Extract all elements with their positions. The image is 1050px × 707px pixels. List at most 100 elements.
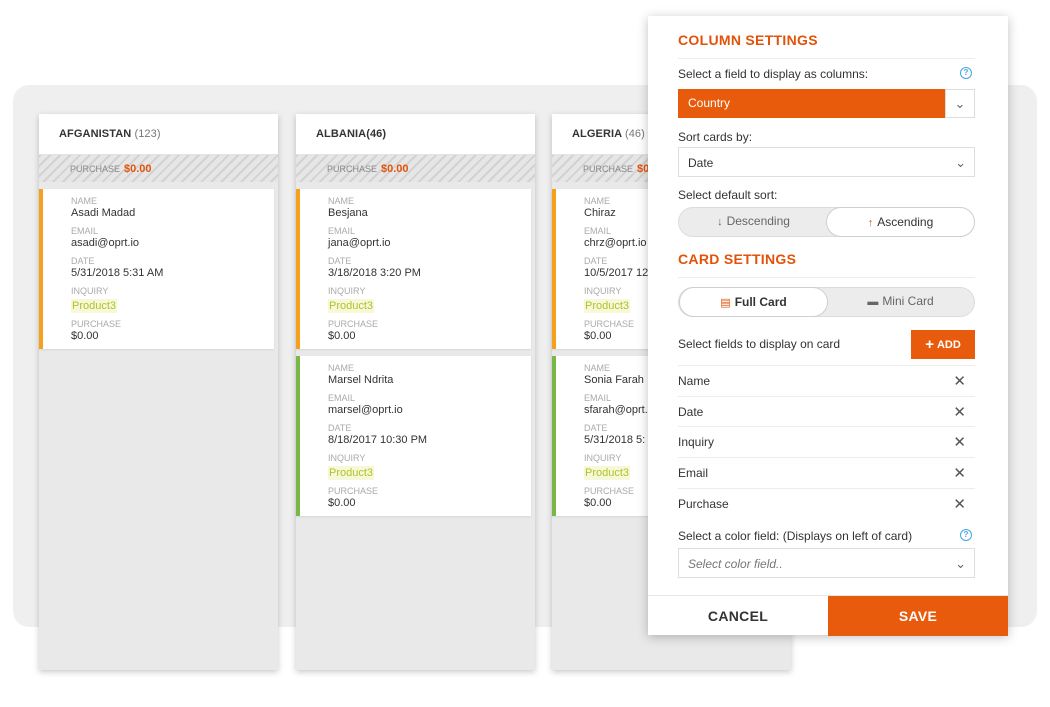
column-header[interactable]: AFGANISTAN (123) bbox=[39, 114, 278, 154]
card-purchase-value: $0.00 bbox=[71, 330, 99, 342]
card-name-label: NAME bbox=[71, 196, 98, 206]
remove-icon[interactable]: ✕ bbox=[953, 433, 966, 451]
column-header[interactable]: ALBANIA(46) bbox=[296, 114, 535, 154]
plus-icon: + bbox=[925, 336, 934, 353]
summary-label: PURCHASE bbox=[70, 164, 121, 174]
card-date-value: 8/18/2017 10:30 PM bbox=[328, 434, 428, 446]
summary-label: PURCHASE bbox=[583, 164, 634, 174]
card-email-value: jana@oprt.io bbox=[328, 237, 391, 249]
card-email-label: EMAIL bbox=[71, 226, 99, 236]
kanban-card[interactable]: NAME Besjana EMAIL jana@oprt.io DATE 3/18/201… bbox=[296, 189, 531, 349]
chevron-down-icon[interactable]: ⌄ bbox=[945, 89, 975, 118]
card-list: NAME Besjana EMAIL jana@oprt.io DATE 3/18/201… bbox=[296, 182, 535, 516]
card-inquiry-label: INQUIRY bbox=[71, 286, 109, 296]
card-date-value: 5/31/2018 5:31 AM bbox=[71, 267, 164, 279]
card-inquiry-label: INQUIRY bbox=[328, 453, 366, 463]
remove-icon[interactable]: ✕ bbox=[953, 372, 966, 390]
card-date-label: DATE bbox=[71, 256, 95, 266]
default-sort-label: Select default sort: bbox=[678, 188, 778, 202]
add-field-label: ADD bbox=[936, 339, 961, 351]
card-purchase-label: PURCHASE bbox=[328, 486, 379, 496]
sort-ascending-option[interactable]: ↑ Ascending bbox=[826, 207, 975, 237]
card-settings-title: CARD SETTINGS bbox=[678, 251, 797, 267]
column-count: (46) bbox=[624, 128, 645, 140]
chevron-down-icon: ⌄ bbox=[955, 155, 966, 170]
column-title: ALBANIA(46) bbox=[316, 128, 387, 140]
cancel-button[interactable]: CANCEL bbox=[648, 596, 828, 636]
card-email-value: marsel@oprt.io bbox=[328, 404, 403, 416]
divider bbox=[678, 277, 975, 278]
arrow-up-icon: ↑ bbox=[867, 217, 874, 229]
card-field-name: Date bbox=[678, 404, 704, 419]
summary-label: PURCHASE bbox=[327, 164, 378, 174]
help-icon[interactable]: ? bbox=[960, 67, 972, 79]
column-summary: PURCHASE$0.00 bbox=[39, 154, 278, 182]
card-field-name: Email bbox=[678, 466, 709, 481]
card-email-label: EMAIL bbox=[328, 393, 356, 403]
card-purchase-label: PURCHASE bbox=[328, 319, 379, 329]
card-list: NAME Asadi Madad EMAIL asadi@oprt.io DATE 5/3… bbox=[39, 182, 278, 349]
full-card-option[interactable]: ▤ Full Card bbox=[679, 287, 828, 317]
card-name-label: NAME bbox=[328, 363, 355, 373]
card-field-name: Inquiry bbox=[678, 435, 715, 450]
remove-icon[interactable]: ✕ bbox=[953, 403, 966, 421]
chevron-down-icon: ⌄ bbox=[955, 556, 966, 571]
column-count: (123) bbox=[134, 128, 161, 140]
card-field-name: Name bbox=[678, 374, 711, 388]
settings-panel: COLUMN SETTINGS Select a field to displa… bbox=[648, 16, 1008, 636]
kanban-card[interactable]: NAME Marsel Ndrita EMAIL marsel@oprt.io DATE… bbox=[296, 356, 531, 516]
help-icon[interactable]: ? bbox=[960, 529, 972, 541]
summary-amount: $0.00 bbox=[381, 163, 409, 175]
card-email-label: EMAIL bbox=[328, 226, 356, 236]
card-inquiry-label: INQUIRY bbox=[328, 286, 366, 296]
column-summary: PURCHASE$0.00 bbox=[296, 154, 535, 182]
full-card-icon: ▤ bbox=[720, 297, 731, 309]
color-field-placeholder: Select color field.. bbox=[688, 557, 783, 571]
card-mode-toggle: ▤ Full Card ▬ Mini Card bbox=[678, 287, 975, 317]
sort-descending-option[interactable]: ↓ Descending bbox=[679, 207, 828, 237]
sort-descending-label: Descending bbox=[726, 214, 790, 228]
mini-card-option[interactable]: ▬ Mini Card bbox=[826, 287, 975, 317]
kanban-card[interactable]: NAME Asadi Madad EMAIL asadi@oprt.io DATE 5/3… bbox=[39, 189, 274, 349]
card-inquiry-value: Product3 bbox=[328, 299, 375, 313]
card-field-row: Email ✕ bbox=[678, 457, 975, 488]
card-field-row: Date ✕ bbox=[678, 395, 975, 427]
board-column: ALBANIA(46) PURCHASE $0.00 NAME Besjana EMAI… bbox=[296, 114, 535, 670]
card-name-value: Asadi Madad bbox=[71, 207, 136, 219]
save-button[interactable]: SAVE bbox=[828, 596, 1008, 636]
sort-by-label: Sort cards by: bbox=[678, 130, 753, 144]
mini-card-label: Mini Card bbox=[882, 294, 934, 308]
color-field-label: Select a color field: (Displays on left … bbox=[678, 529, 913, 543]
column-settings-title: COLUMN SETTINGS bbox=[678, 32, 818, 48]
remove-icon[interactable]: ✕ bbox=[953, 464, 966, 482]
card-purchase-label: PURCHASE bbox=[71, 319, 122, 329]
board-column: AFGANISTAN (123) PURCHASE $0.00 NAME Asadi M… bbox=[39, 114, 278, 670]
mini-card-icon: ▬ bbox=[867, 296, 879, 308]
card-field-row: Purchase ✕ bbox=[678, 487, 975, 519]
card-inquiry-value: Product3 bbox=[584, 299, 631, 313]
sort-ascending-label: Ascending bbox=[877, 215, 934, 229]
sort-by-select[interactable]: Date ⌄ bbox=[678, 147, 975, 177]
card-field-row: Name ✕ bbox=[678, 365, 975, 396]
full-card-label: Full Card bbox=[734, 295, 787, 309]
color-field-select[interactable]: Select color field.. ⌄ bbox=[678, 548, 975, 578]
card-date-label: DATE bbox=[328, 256, 352, 266]
column-field-select[interactable]: Country ⌄ bbox=[678, 89, 975, 118]
summary-amount: $0.00 bbox=[124, 163, 152, 175]
sort-by-value: Date bbox=[688, 156, 714, 170]
card-field-name: Purchase bbox=[678, 496, 729, 511]
column-title: ALGERIA bbox=[572, 128, 622, 140]
card-date-value: 3/18/2018 3:20 PM bbox=[328, 267, 421, 279]
card-name-label: NAME bbox=[328, 196, 355, 206]
card-email-value: asadi@oprt.io bbox=[71, 237, 140, 249]
card-field-row: Inquiry ✕ bbox=[678, 426, 975, 457]
arrow-down-icon: ↓ bbox=[717, 216, 723, 228]
remove-icon[interactable]: ✕ bbox=[953, 495, 966, 513]
card-fields-label: Select fields to display on card bbox=[678, 337, 841, 351]
card-inquiry-value: Product3 bbox=[71, 299, 118, 313]
card-inquiry-value: Product3 bbox=[328, 466, 375, 480]
column-field-label: Select a field to display as columns: bbox=[678, 67, 869, 81]
card-inquiry-value: Product3 bbox=[584, 466, 631, 480]
card-date-label: DATE bbox=[328, 423, 352, 433]
add-field-button[interactable]: + ADD bbox=[911, 330, 975, 359]
